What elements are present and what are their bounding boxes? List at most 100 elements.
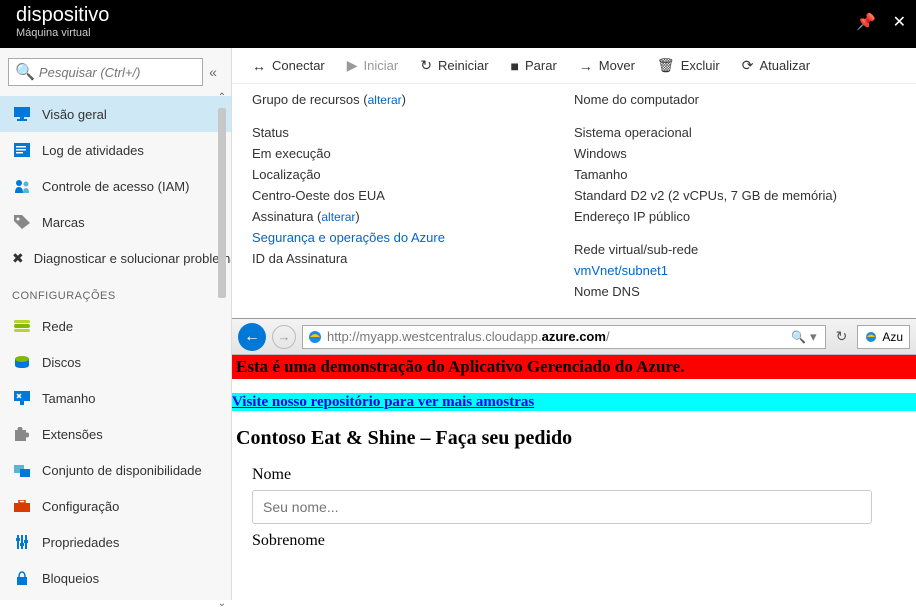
nav-label: Rede (42, 319, 73, 334)
nav-label: Configuração (42, 499, 119, 514)
ie-refresh-button[interactable]: ↻ (832, 328, 852, 345)
toolbox-icon (12, 496, 32, 516)
surname-label: Sobrenome (252, 532, 896, 550)
nav-label: Tamanho (42, 391, 95, 406)
properties-icon (12, 532, 32, 552)
scroll-down-icon[interactable]: ⌄ (215, 598, 229, 612)
ie-search-icon[interactable]: 🔍 (791, 330, 806, 344)
nav-label: Visão geral (42, 107, 107, 122)
comp-label: Nome do computador (574, 92, 699, 107)
monitor-icon (12, 104, 32, 124)
restart-button[interactable]: ↻Reiniciar (420, 57, 488, 74)
move-button[interactable]: →Mover (579, 58, 635, 74)
subid-label: ID da Assinatura (252, 251, 347, 266)
nav-label: Log de atividades (42, 143, 144, 158)
ie-tab[interactable]: Azu (857, 325, 910, 349)
main-content: ↔Conectar ▶Iniciar ↻Reiniciar ■Parar →Mo… (232, 48, 916, 600)
ie-tab-icon (864, 330, 878, 344)
nav-network[interactable]: Rede (0, 308, 231, 344)
refresh-icon: ⟳ (742, 57, 754, 74)
ie-browser-window: ← → http://myapp.westcentralus.cloudapp.… (232, 318, 916, 600)
search-input[interactable]: 🔍 (8, 58, 203, 86)
delete-button[interactable]: 🗑Excluir (657, 57, 720, 74)
connect-icon: ↔ (252, 58, 266, 74)
connect-button[interactable]: ↔Conectar (252, 58, 325, 74)
start-button[interactable]: ▶Iniciar (347, 57, 398, 74)
ie-url-post: / (606, 329, 610, 344)
scroll-thumb[interactable] (218, 108, 226, 298)
repo-link[interactable]: Visite nosso repositório para ver mais a… (232, 394, 534, 410)
ie-tab-title: Azu (882, 330, 903, 344)
nav-iam[interactable]: Controle de acesso (IAM) (0, 168, 231, 204)
blade-subtitle: Máquina virtual (16, 27, 900, 39)
nav-label: Diagnosticar e solucionar problemas (34, 251, 231, 266)
collapse-sidebar-icon[interactable]: « (203, 64, 223, 80)
name-label: Nome (252, 466, 896, 484)
disk-icon (12, 352, 32, 372)
scroll-up-icon[interactable]: ⌃ (215, 92, 229, 106)
pin-icon[interactable]: 📌 (856, 14, 876, 31)
availability-icon (12, 460, 32, 480)
nav-properties[interactable]: Propriedades (0, 524, 231, 560)
blade-header: dispositivo Máquina virtual 📌 ✕ (0, 0, 916, 48)
loc-value: Centro-Oeste dos EUA (252, 188, 385, 203)
sidebar: 🔍 « Visão geral Log de atividades Contro… (0, 48, 232, 600)
nav-label: Discos (42, 355, 81, 370)
ie-address-bar[interactable]: http://myapp.westcentralus.cloudapp.azur… (302, 325, 826, 349)
vnet-label: Rede virtual/sub-rede (574, 242, 698, 257)
vnet-link[interactable]: vmVnet/subnet1 (574, 263, 668, 278)
nav-label: Conjunto de disponibilidade (42, 463, 202, 478)
nav-label: Controle de acesso (IAM) (42, 179, 189, 194)
tag-icon (12, 212, 32, 232)
ie-dropdown-icon[interactable]: ▾ (806, 329, 821, 345)
nav-locks[interactable]: Bloqueios (0, 560, 231, 596)
trash-icon: 🗑 (657, 57, 675, 74)
nav-list: Visão geral Log de atividades Controle d… (0, 96, 231, 596)
ie-back-button[interactable]: ← (238, 323, 266, 351)
nav-availability[interactable]: Conjunto de disponibilidade (0, 452, 231, 488)
status-value: Em execução (252, 146, 331, 161)
search-field[interactable] (39, 65, 196, 80)
close-icon[interactable]: ✕ (893, 14, 906, 31)
loc-label: Localização (252, 167, 321, 182)
rg-label: Grupo de recursos (252, 92, 360, 107)
rg-change-link[interactable]: alterar (368, 93, 402, 107)
nav-tags[interactable]: Marcas (0, 204, 231, 240)
ie-forward-button[interactable]: → (272, 325, 296, 349)
sub-label: Assinatura (252, 209, 313, 224)
nav-disks[interactable]: Discos (0, 344, 231, 380)
sub-change-link[interactable]: alterar (321, 210, 355, 224)
nav-configuration[interactable]: Configuração (0, 488, 231, 524)
nav-diagnose[interactable]: ✖ Diagnosticar e solucionar problemas (0, 240, 231, 276)
play-icon: ▶ (347, 57, 358, 74)
stop-icon: ■ (511, 58, 519, 74)
nav-size[interactable]: Tamanho (0, 380, 231, 416)
webpage-content: Esta é uma demonstração do Aplicativo Ge… (232, 355, 916, 550)
nav-extensions[interactable]: Extensões (0, 416, 231, 452)
os-label: Sistema operacional (574, 125, 692, 140)
size-value: Standard D2 v2 (2 vCPUs, 7 GB de memória… (574, 188, 837, 203)
nav-label: Bloqueios (42, 571, 99, 586)
name-input[interactable] (252, 490, 872, 524)
refresh-button[interactable]: ⟳Atualizar (742, 57, 810, 74)
blade-title: dispositivo (16, 4, 900, 27)
sub-link[interactable]: Segurança e operações do Azure (252, 230, 445, 245)
log-icon (12, 140, 32, 160)
sidebar-scrollbar[interactable]: ⌃ ⌄ (215, 92, 229, 612)
page-heading: Contoso Eat & Shine – Faça seu pedido (236, 427, 912, 450)
wrench-icon: ✖ (12, 248, 24, 268)
nav-overview[interactable]: Visão geral (0, 96, 231, 132)
nav-label: Marcas (42, 215, 85, 230)
vm-details: Grupo de recursos (alterar) Status Em ex… (232, 84, 916, 313)
network-icon (12, 316, 32, 336)
ip-label: Endereço IP público (574, 209, 690, 224)
size-icon (12, 388, 32, 408)
nav-activity-log[interactable]: Log de atividades (0, 132, 231, 168)
stop-button[interactable]: ■Parar (511, 58, 557, 74)
nav-label: Propriedades (42, 535, 119, 550)
demo-banner: Esta é uma demonstração do Aplicativo Ge… (232, 355, 916, 379)
restart-icon: ↻ (420, 57, 432, 74)
lock-icon (12, 568, 32, 588)
nav-section-config: CONFIGURAÇÕES (0, 276, 231, 308)
ie-toolbar: ← → http://myapp.westcentralus.cloudapp.… (232, 319, 916, 355)
